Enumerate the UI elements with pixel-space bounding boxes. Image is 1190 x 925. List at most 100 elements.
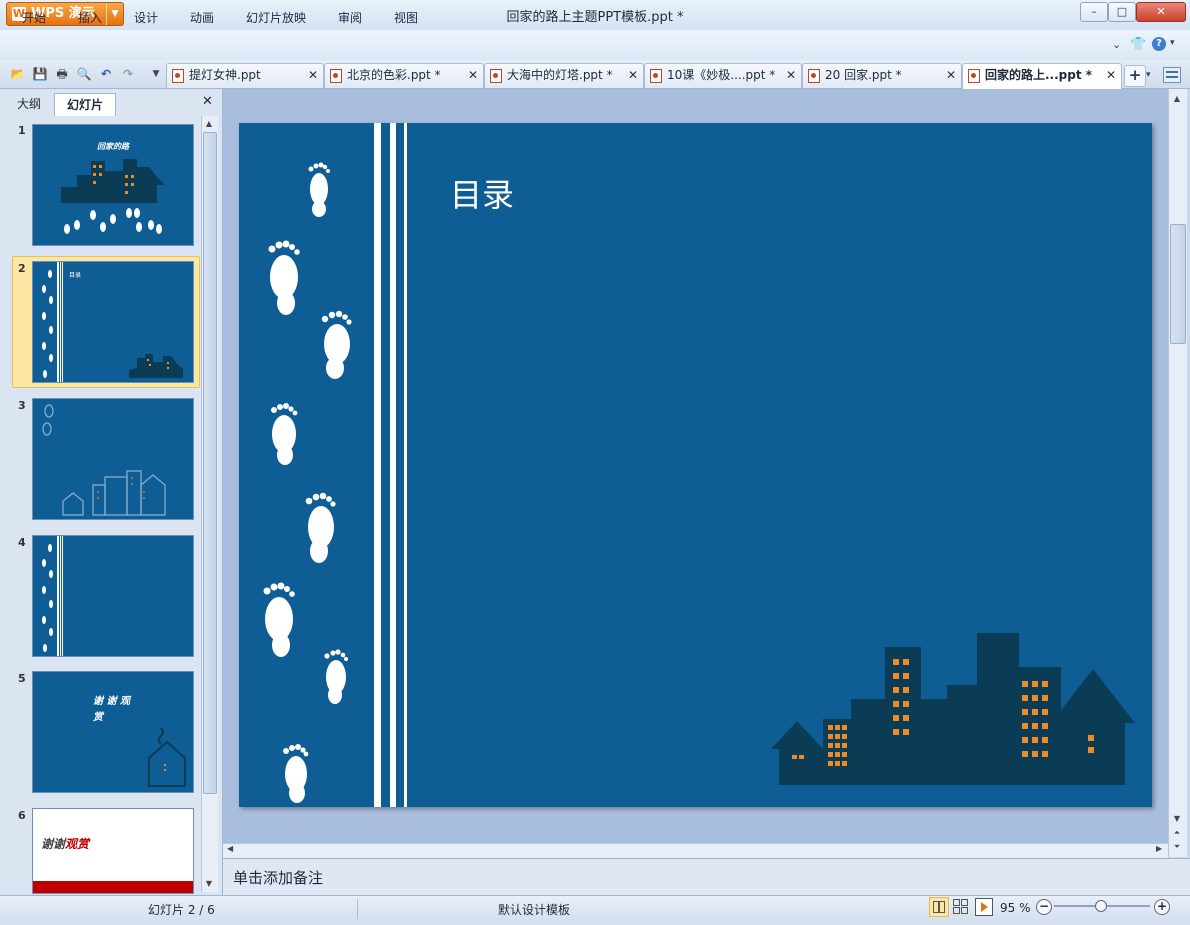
doc-tab-1[interactable]: 提灯女神.ppt ✕ xyxy=(166,63,324,88)
ppt-file-icon xyxy=(968,69,980,83)
slide-background-graphic xyxy=(263,123,1135,807)
menu-slideshow[interactable]: 幻灯片放映 xyxy=(246,9,306,26)
close-panel-icon[interactable]: ✕ xyxy=(202,94,216,109)
scroll-right-icon[interactable]: ▶ xyxy=(1156,844,1162,853)
zoom-level[interactable]: 95 % xyxy=(1000,901,1031,915)
city-footprints-thumb-graphic xyxy=(61,159,165,234)
chevron-down-icon: ▼ xyxy=(106,3,123,25)
zoom-in-icon[interactable]: + xyxy=(1154,899,1170,915)
ppt-file-icon xyxy=(650,69,662,83)
slide-thumbnail-1[interactable]: 回家的路 xyxy=(32,124,194,246)
close-tab-icon[interactable]: ✕ xyxy=(308,64,318,86)
notes-placeholder[interactable]: 单击添加备注 xyxy=(233,867,323,888)
ppt-file-icon xyxy=(490,69,502,83)
doc-tab-label: 20 回家.ppt * xyxy=(825,68,902,82)
slide-thumbnail-3[interactable] xyxy=(32,398,194,520)
window-title: 回家的路上主题PPT模板.ppt * xyxy=(506,10,684,25)
slide-thumbnail-6[interactable]: 谢谢观赏 xyxy=(32,808,194,894)
close-tab-icon[interactable]: ✕ xyxy=(468,64,478,86)
doc-tab-label: 北京的色彩.ppt * xyxy=(347,68,441,82)
doc-tab-label: 提灯女神.ppt xyxy=(189,68,261,82)
slideshow-view-icon[interactable] xyxy=(975,898,993,916)
red-footer-bar xyxy=(33,881,193,893)
scroll-up-icon[interactable]: ▲ xyxy=(202,117,216,131)
menu-home[interactable]: 开始 xyxy=(22,9,46,26)
print-icon[interactable]: 🖶 xyxy=(54,66,70,82)
doc-tab-label: 回家的路上...ppt * xyxy=(985,68,1093,82)
doc-tab-5[interactable]: 20 回家.ppt * ✕ xyxy=(802,63,962,88)
tab-list-dropdown-icon[interactable]: ▾ xyxy=(1146,70,1151,80)
thumbnail-number: 5 xyxy=(18,672,26,685)
slide-scrollbar[interactable] xyxy=(1168,89,1187,857)
zoom-out-icon[interactable]: − xyxy=(1036,899,1052,915)
close-tab-icon[interactable]: ✕ xyxy=(786,64,796,86)
slide-title[interactable]: 目录 xyxy=(450,170,514,216)
close-tab-icon[interactable]: ✕ xyxy=(1106,64,1116,86)
doc-tab-6-active[interactable]: 回家的路上...ppt * ✕ xyxy=(962,63,1122,89)
menu-insert[interactable]: 插入 xyxy=(78,9,102,26)
faded-city-thumb-graphic xyxy=(42,404,166,516)
menu-design[interactable]: 设计 xyxy=(134,9,158,26)
doc-tab-4[interactable]: 10课《妙极....ppt * ✕ xyxy=(644,63,802,88)
ppt-file-icon xyxy=(808,69,820,83)
footprints-thumb-graphic xyxy=(42,536,63,656)
normal-view-icon[interactable] xyxy=(929,897,949,917)
new-tab-icon[interactable]: + xyxy=(1124,65,1146,87)
open-icon[interactable]: 📂 xyxy=(10,66,26,82)
help-icon[interactable]: ? xyxy=(1152,37,1166,51)
window-layout-icon[interactable] xyxy=(1163,67,1181,83)
scrollbar-thumb[interactable] xyxy=(1170,224,1186,344)
save-icon[interactable]: 💾 xyxy=(32,66,48,82)
skin-icon[interactable]: 👕 xyxy=(1130,37,1146,52)
scroll-up-icon[interactable]: ▲ xyxy=(1170,92,1184,106)
thumbnail-number: 3 xyxy=(18,399,26,412)
doc-tab-3[interactable]: 大海中的灯塔.ppt * ✕ xyxy=(484,63,644,88)
slide-thumbnail-5[interactable]: 谢 谢 观 赏 xyxy=(32,671,194,793)
thumbnail-number: 4 xyxy=(18,536,26,549)
design-template-name[interactable]: 默认设计模板 xyxy=(498,901,570,918)
scroll-down-icon[interactable]: ▼ xyxy=(202,877,216,891)
redo-icon[interactable]: ↷ xyxy=(120,66,136,82)
previous-slide-icon[interactable]: ⏶ xyxy=(1170,826,1184,840)
maximize-button[interactable]: □ xyxy=(1108,2,1136,22)
thumbnail-thanks-accent: 观赏 xyxy=(65,837,90,851)
slide-thumbnail-2[interactable]: 目录 xyxy=(32,261,194,383)
scrollbar-thumb[interactable] xyxy=(203,132,217,794)
help-dropdown-icon[interactable]: ▾ xyxy=(1170,38,1175,48)
status-divider xyxy=(357,899,358,919)
menu-animation[interactable]: 动画 xyxy=(190,9,214,26)
current-slide[interactable] xyxy=(239,123,1152,807)
ppt-file-icon xyxy=(172,69,184,83)
slide-counter: 幻灯片 2 / 6 xyxy=(148,903,215,917)
notes-pane[interactable] xyxy=(223,858,1190,896)
zoom-slider-handle[interactable] xyxy=(1095,900,1107,912)
directory-thumb-graphic xyxy=(42,262,183,382)
ribbon-collapse-icon[interactable]: ⌄ xyxy=(1112,38,1121,51)
close-tab-icon[interactable]: ✕ xyxy=(946,64,956,86)
menu-review[interactable]: 审阅 xyxy=(338,9,362,26)
doc-tab-2[interactable]: 北京的色彩.ppt * ✕ xyxy=(324,63,484,88)
print-preview-icon[interactable]: 🔍 xyxy=(76,66,92,82)
house-thumb-graphic xyxy=(148,727,186,787)
tab-outline[interactable]: 大纲 xyxy=(8,93,50,115)
undo-icon[interactable]: ↶ xyxy=(98,66,114,82)
doc-tab-label: 大海中的灯塔.ppt * xyxy=(507,68,613,82)
thumbnail-number: 2 xyxy=(18,262,26,275)
horizontal-scrollbar[interactable] xyxy=(223,843,1168,858)
menu-bar xyxy=(0,30,1190,60)
thumbnail-number: 6 xyxy=(18,809,26,822)
minimize-button[interactable]: – xyxy=(1080,2,1108,22)
close-window-button[interactable]: ✕ xyxy=(1136,2,1186,22)
tab-slides[interactable]: 幻灯片 xyxy=(54,93,116,116)
next-slide-icon[interactable]: ⏷ xyxy=(1170,840,1184,854)
scroll-down-icon[interactable]: ▼ xyxy=(1170,812,1184,826)
doc-tab-label: 10课《妙极....ppt * xyxy=(667,68,776,82)
thumbnail-number: 1 xyxy=(18,124,26,137)
menu-view[interactable]: 视图 xyxy=(394,9,418,26)
close-tab-icon[interactable]: ✕ xyxy=(628,64,638,86)
slide-sorter-view-icon[interactable] xyxy=(952,898,968,914)
ppt-file-icon xyxy=(330,69,342,83)
quick-access-dropdown-icon[interactable]: ▼ xyxy=(148,66,164,82)
slide-thumbnail-4[interactable] xyxy=(32,535,194,657)
scroll-left-icon[interactable]: ◀ xyxy=(227,844,233,853)
